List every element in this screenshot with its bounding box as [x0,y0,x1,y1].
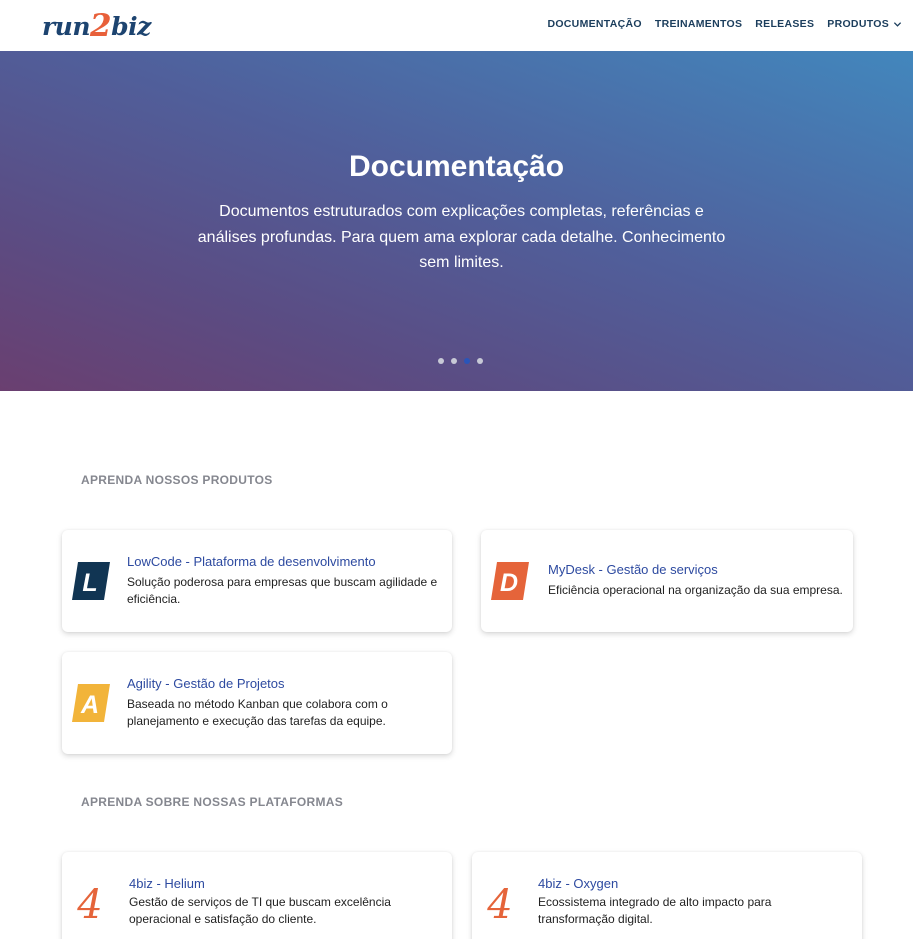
nav-treinamentos[interactable]: TREINAMENTOS [655,18,742,30]
4biz-icon: 4 [486,882,516,928]
product-card-agility[interactable]: A Agility - Gestão de Projetos Baseada n… [62,652,452,754]
card-title: 4biz - Oxygen [538,876,619,891]
top-header: run2biz DOCUMENTAÇÃO TREINAMENTOS RELEAS… [0,0,913,51]
nav-documentacao[interactable]: DOCUMENTAÇÃO [547,18,641,30]
hero-subtitle: Documentos estruturados com explicações … [197,203,726,271]
svg-text:A: A [80,691,99,719]
card-description: Baseada no método Kanban que colabora co… [127,697,388,728]
carousel-dot-3[interactable] [464,358,470,364]
card-description: Gestão de serviços de TI que buscam exce… [129,895,391,926]
nav-produtos-label: PRODUTOS [827,18,889,30]
svg-text:4: 4 [486,882,512,922]
logo-text-run: run [42,12,91,41]
4biz-icon: 4 [76,882,106,928]
svg-text:4: 4 [76,882,102,922]
products-section-title: APRENDA NOSSOS PRODUTOS [81,473,273,487]
product-card-mydesk[interactable]: D MyDesk - Gestão de serviços Eficiência… [481,530,853,632]
logo-text-biz: biz [111,12,151,41]
nav-produtos[interactable]: PRODUTOS [827,18,902,30]
carousel-dot-4[interactable] [477,358,483,364]
card-title: Agility - Gestão de Projetos [127,676,285,691]
carousel-dot-1[interactable] [438,358,444,364]
chevron-down-icon [893,21,902,27]
card-description: Ecossistema integrado de alto impacto pa… [538,895,772,926]
main-nav: DOCUMENTAÇÃO TREINAMENTOS RELEASES PRODU… [547,18,902,30]
card-title: MyDesk - Gestão de serviços [548,562,718,577]
svg-text:D: D [500,569,518,597]
platform-card-oxygen[interactable]: 4 4biz - Oxygen Ecossistema integrado de… [472,852,862,939]
platforms-section-title: APRENDA SOBRE NOSSAS PLATAFORMAS [81,795,344,809]
card-title: LowCode - Plataforma de desenvolvimento [127,554,376,569]
hero-banner: Documentação Documentos estruturados com… [0,51,913,391]
product-card-lowcode[interactable]: L LowCode - Plataforma de desenvolviment… [62,530,452,632]
card-description: Solução poderosa para empresas que busca… [127,575,438,606]
nav-releases[interactable]: RELEASES [755,18,814,30]
platform-card-helium[interactable]: 4 4biz - Helium Gestão de serviços de TI… [62,852,452,939]
svg-text:L: L [82,569,97,597]
carousel-dots [438,358,483,364]
card-title: 4biz - Helium [129,876,205,891]
lowcode-l-icon: L [72,562,110,600]
mydesk-d-icon: D [491,562,529,600]
carousel-dot-2[interactable] [451,358,457,364]
run2biz-logo[interactable]: run2biz [42,8,151,44]
agility-a-icon: A [72,684,110,722]
hero-title: Documentação [348,150,565,183]
card-description: Eficiência operacional na organização da… [548,583,843,597]
logo-text-2: 2 [90,8,112,44]
